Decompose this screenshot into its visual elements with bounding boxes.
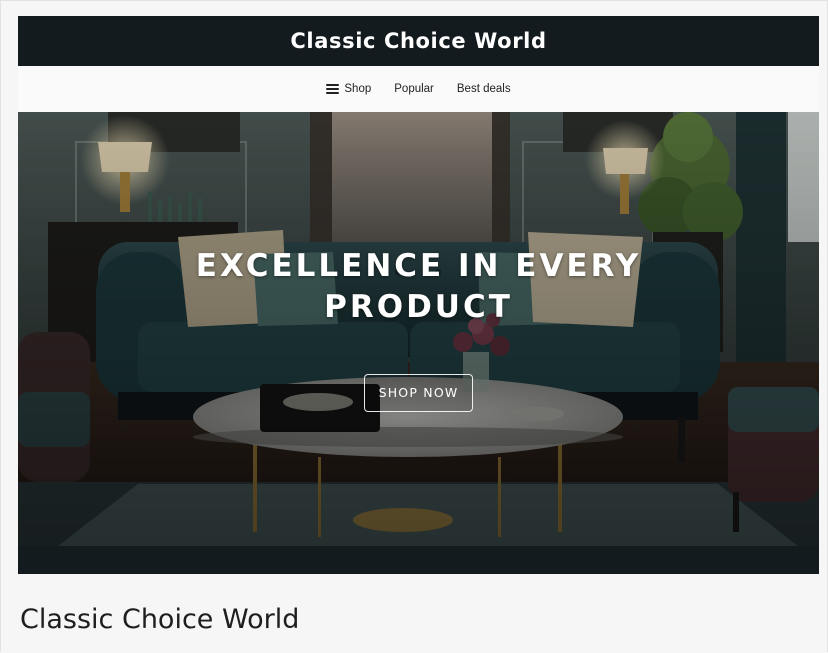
nav-item-shop[interactable]: Shop — [326, 83, 371, 95]
nav-item-shop-label[interactable]: Shop — [344, 83, 371, 95]
section-title: Classic Choice World — [20, 604, 300, 636]
nav-item-best-deals[interactable]: Best deals — [457, 83, 511, 95]
site-header: Classic Choice World — [18, 16, 819, 66]
nav-item-popular[interactable]: Popular — [394, 83, 434, 95]
hero-bottom-band — [18, 546, 819, 574]
hero-banner: EXCELLENCE IN EVERY PRODUCT SHOP NOW — [18, 112, 819, 546]
hero-headline: EXCELLENCE IN EVERY PRODUCT — [195, 248, 642, 325]
shop-now-button[interactable]: SHOP NOW — [363, 374, 474, 412]
brand-logo[interactable]: Classic Choice World — [290, 29, 546, 53]
main-nav: Shop Popular Best deals — [18, 66, 819, 112]
nav-item-popular-label[interactable]: Popular — [394, 83, 434, 95]
hero-content: EXCELLENCE IN EVERY PRODUCT SHOP NOW — [18, 246, 819, 412]
menu-icon[interactable] — [326, 84, 340, 94]
nav-item-best-deals-label[interactable]: Best deals — [457, 83, 511, 95]
